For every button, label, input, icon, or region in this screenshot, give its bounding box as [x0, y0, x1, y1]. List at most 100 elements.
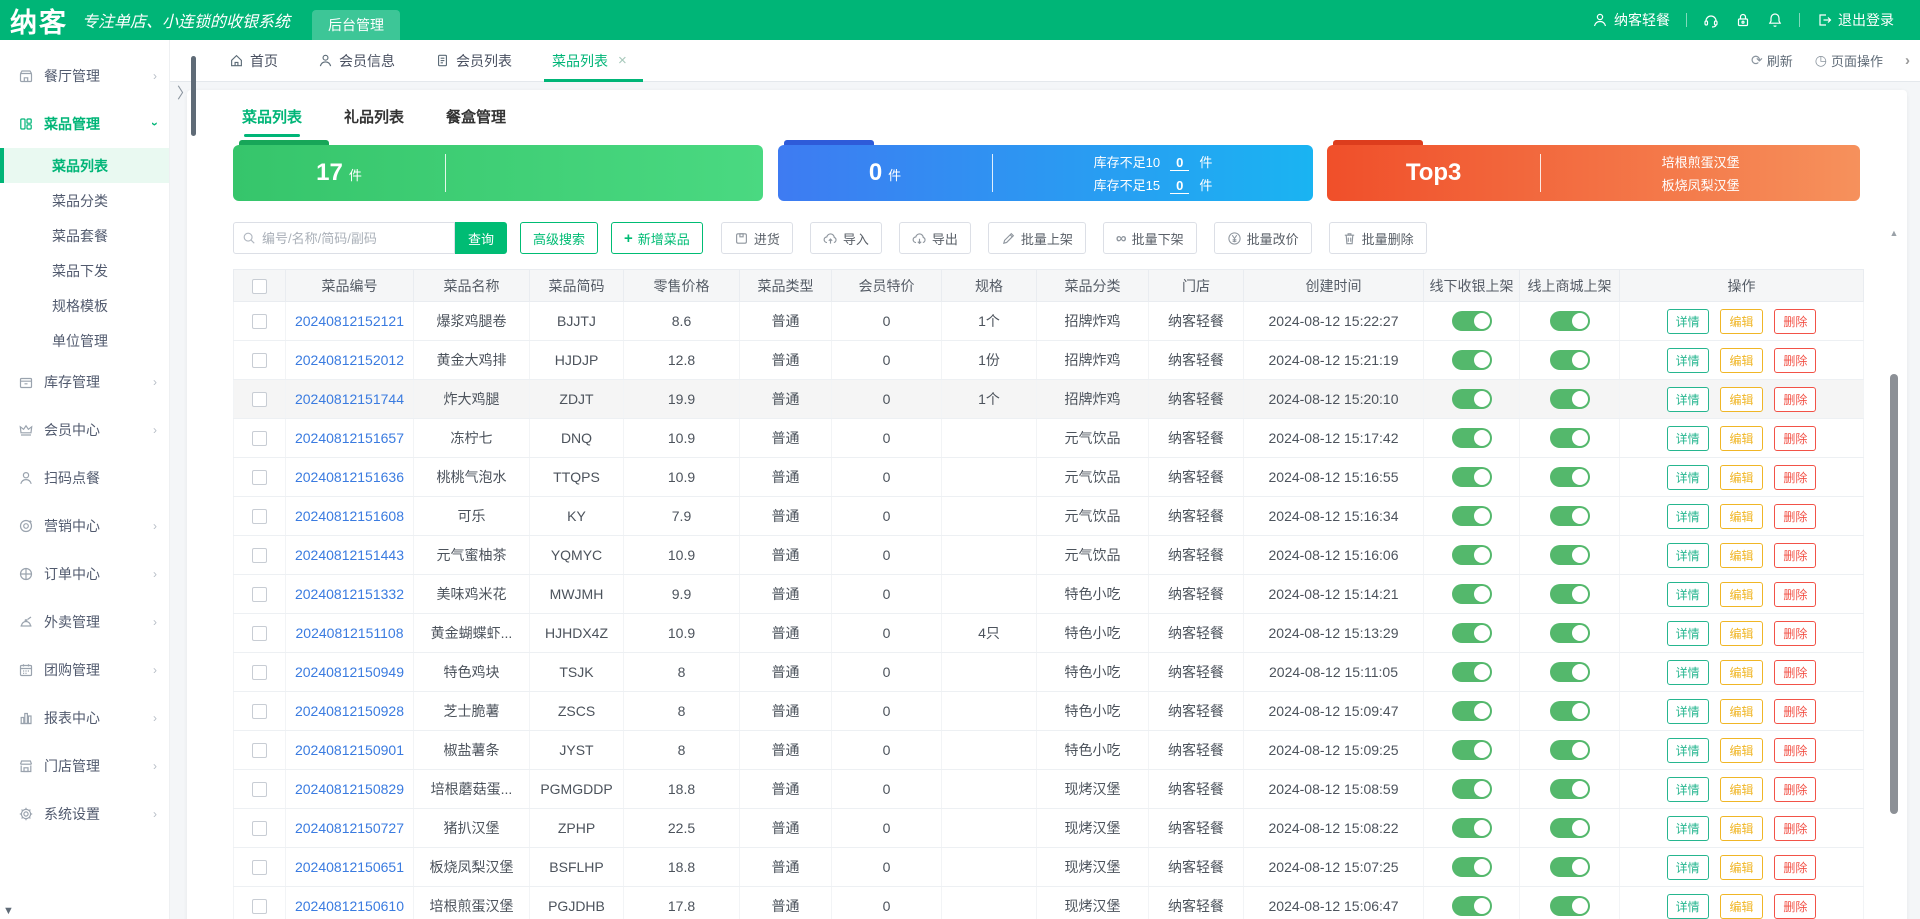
delete-button[interactable]: 删除	[1774, 387, 1816, 412]
detail-button[interactable]: 详情	[1667, 504, 1709, 529]
sidebar-scroll-down-icon[interactable]: ▼	[3, 905, 14, 917]
sidebar-item-stores[interactable]: 门店管理 ›	[0, 742, 169, 790]
batch-on-shelf-button[interactable]: 批量上架	[988, 222, 1086, 254]
mall-on-shelf-toggle[interactable]	[1550, 311, 1590, 331]
account-button[interactable]: 纳客轻餐	[1592, 10, 1670, 30]
row-checkbox[interactable]	[252, 470, 267, 485]
scrollbar-thumb[interactable]	[1890, 374, 1898, 814]
delete-button[interactable]: 删除	[1774, 504, 1816, 529]
pos-on-shelf-toggle[interactable]	[1452, 896, 1492, 916]
edit-button[interactable]: 编辑	[1720, 543, 1762, 568]
submenu-item-dish-list[interactable]: 菜品列表	[0, 148, 169, 183]
import-button[interactable]: 导入	[810, 222, 882, 254]
pos-on-shelf-toggle[interactable]	[1452, 584, 1492, 604]
mall-on-shelf-toggle[interactable]	[1550, 428, 1590, 448]
detail-button[interactable]: 详情	[1667, 348, 1709, 373]
edit-button[interactable]: 编辑	[1720, 465, 1762, 490]
dish-id-link[interactable]: 20240812150949	[295, 664, 404, 680]
pos-on-shelf-toggle[interactable]	[1452, 740, 1492, 760]
dish-id-link[interactable]: 20240812151744	[295, 391, 404, 407]
row-checkbox[interactable]	[252, 509, 267, 524]
submenu-item-dish-combo[interactable]: 菜品套餐	[0, 218, 169, 253]
mall-on-shelf-toggle[interactable]	[1550, 623, 1590, 643]
row-checkbox[interactable]	[252, 392, 267, 407]
tab-member-info[interactable]: 会员信息	[316, 40, 397, 82]
detail-button[interactable]: 详情	[1667, 855, 1709, 880]
more-chevron-icon[interactable]: ›	[1905, 52, 1910, 69]
detail-button[interactable]: 详情	[1667, 777, 1709, 802]
detail-button[interactable]: 详情	[1667, 621, 1709, 646]
row-checkbox[interactable]	[252, 821, 267, 836]
pos-on-shelf-toggle[interactable]	[1452, 818, 1492, 838]
low-stock-value[interactable]: 0	[1170, 178, 1189, 194]
detail-button[interactable]: 详情	[1667, 738, 1709, 763]
add-dish-button[interactable]: + 新增菜品	[611, 222, 703, 254]
edit-button[interactable]: 编辑	[1720, 387, 1762, 412]
edit-button[interactable]: 编辑	[1720, 777, 1762, 802]
edit-button[interactable]: 编辑	[1720, 426, 1762, 451]
delete-button[interactable]: 删除	[1774, 582, 1816, 607]
support-headset-icon[interactable]	[1703, 12, 1719, 28]
delete-button[interactable]: 删除	[1774, 894, 1816, 919]
edit-button[interactable]: 编辑	[1720, 504, 1762, 529]
dish-id-link[interactable]: 20240812151657	[295, 430, 404, 446]
pos-on-shelf-toggle[interactable]	[1452, 506, 1492, 526]
logout-button[interactable]: 退出登录	[1816, 10, 1894, 30]
submenu-item-dish-category[interactable]: 菜品分类	[0, 183, 169, 218]
dish-id-link[interactable]: 20240812151108	[296, 625, 404, 641]
edit-button[interactable]: 编辑	[1720, 582, 1762, 607]
lock-icon[interactable]	[1735, 12, 1751, 28]
edit-button[interactable]: 编辑	[1720, 309, 1762, 334]
dish-id-link[interactable]: 20240812150928	[295, 703, 404, 719]
row-checkbox[interactable]	[252, 353, 267, 368]
detail-button[interactable]: 详情	[1667, 543, 1709, 568]
advanced-search-button[interactable]: 高级搜索	[520, 222, 598, 254]
search-input[interactable]	[262, 231, 446, 246]
delete-button[interactable]: 删除	[1774, 348, 1816, 373]
submenu-item-spec-template[interactable]: 规格模板	[0, 288, 169, 323]
detail-button[interactable]: 详情	[1667, 816, 1709, 841]
subtab-box-management[interactable]: 餐盒管理	[446, 106, 506, 137]
sidebar-item-restaurant[interactable]: 餐厅管理 ›	[0, 52, 169, 100]
row-checkbox[interactable]	[252, 860, 267, 875]
pos-on-shelf-toggle[interactable]	[1452, 428, 1492, 448]
dish-id-link[interactable]: 20240812151332	[295, 586, 404, 602]
dish-id-link[interactable]: 20240812152121	[295, 313, 404, 329]
refresh-button[interactable]: ⟳ 刷新	[1751, 51, 1793, 70]
delete-button[interactable]: 删除	[1774, 465, 1816, 490]
dish-id-link[interactable]: 20240812150901	[295, 742, 404, 758]
sidebar-item-orders[interactable]: 订单中心 ›	[0, 550, 169, 598]
subtab-dish-list[interactable]: 菜品列表	[242, 106, 302, 137]
sidebar-item-reports[interactable]: 报表中心 ›	[0, 694, 169, 742]
edit-button[interactable]: 编辑	[1720, 816, 1762, 841]
edit-button[interactable]: 编辑	[1720, 348, 1762, 373]
tab-dish-list[interactable]: 菜品列表 ×	[550, 40, 629, 82]
admin-nav-button[interactable]: 后台管理	[312, 10, 400, 40]
sidebar-item-takeout[interactable]: 外卖管理 ›	[0, 598, 169, 646]
batch-price-button[interactable]: 批量改价	[1214, 222, 1312, 254]
row-checkbox[interactable]	[252, 626, 267, 641]
purchase-button[interactable]: 进货	[721, 222, 793, 254]
sidebar-item-dishes[interactable]: 菜品管理 ›	[0, 100, 169, 148]
mall-on-shelf-toggle[interactable]	[1550, 506, 1590, 526]
dish-id-link[interactable]: 20240812151443	[295, 547, 404, 563]
dish-id-link[interactable]: 20240812150610	[295, 898, 404, 914]
delete-button[interactable]: 删除	[1774, 816, 1816, 841]
detail-button[interactable]: 详情	[1667, 894, 1709, 919]
delete-button[interactable]: 删除	[1774, 426, 1816, 451]
tab-member-list[interactable]: 会员列表	[433, 40, 514, 82]
mall-on-shelf-toggle[interactable]	[1550, 740, 1590, 760]
pos-on-shelf-toggle[interactable]	[1452, 467, 1492, 487]
dish-id-link[interactable]: 20240812151636	[295, 469, 404, 485]
mall-on-shelf-toggle[interactable]	[1550, 545, 1590, 565]
mall-on-shelf-toggle[interactable]	[1550, 389, 1590, 409]
batch-off-shelf-button[interactable]: ∞ 批量下架	[1103, 222, 1197, 254]
delete-button[interactable]: 删除	[1774, 660, 1816, 685]
pos-on-shelf-toggle[interactable]	[1452, 350, 1492, 370]
dish-id-link[interactable]: 20240812151608	[295, 508, 404, 524]
edit-button[interactable]: 编辑	[1720, 855, 1762, 880]
scroll-up-icon[interactable]: ▲	[1886, 228, 1902, 238]
mall-on-shelf-toggle[interactable]	[1550, 467, 1590, 487]
pos-on-shelf-toggle[interactable]	[1452, 662, 1492, 682]
sidebar-item-settings[interactable]: 系统设置 ›	[0, 790, 169, 838]
